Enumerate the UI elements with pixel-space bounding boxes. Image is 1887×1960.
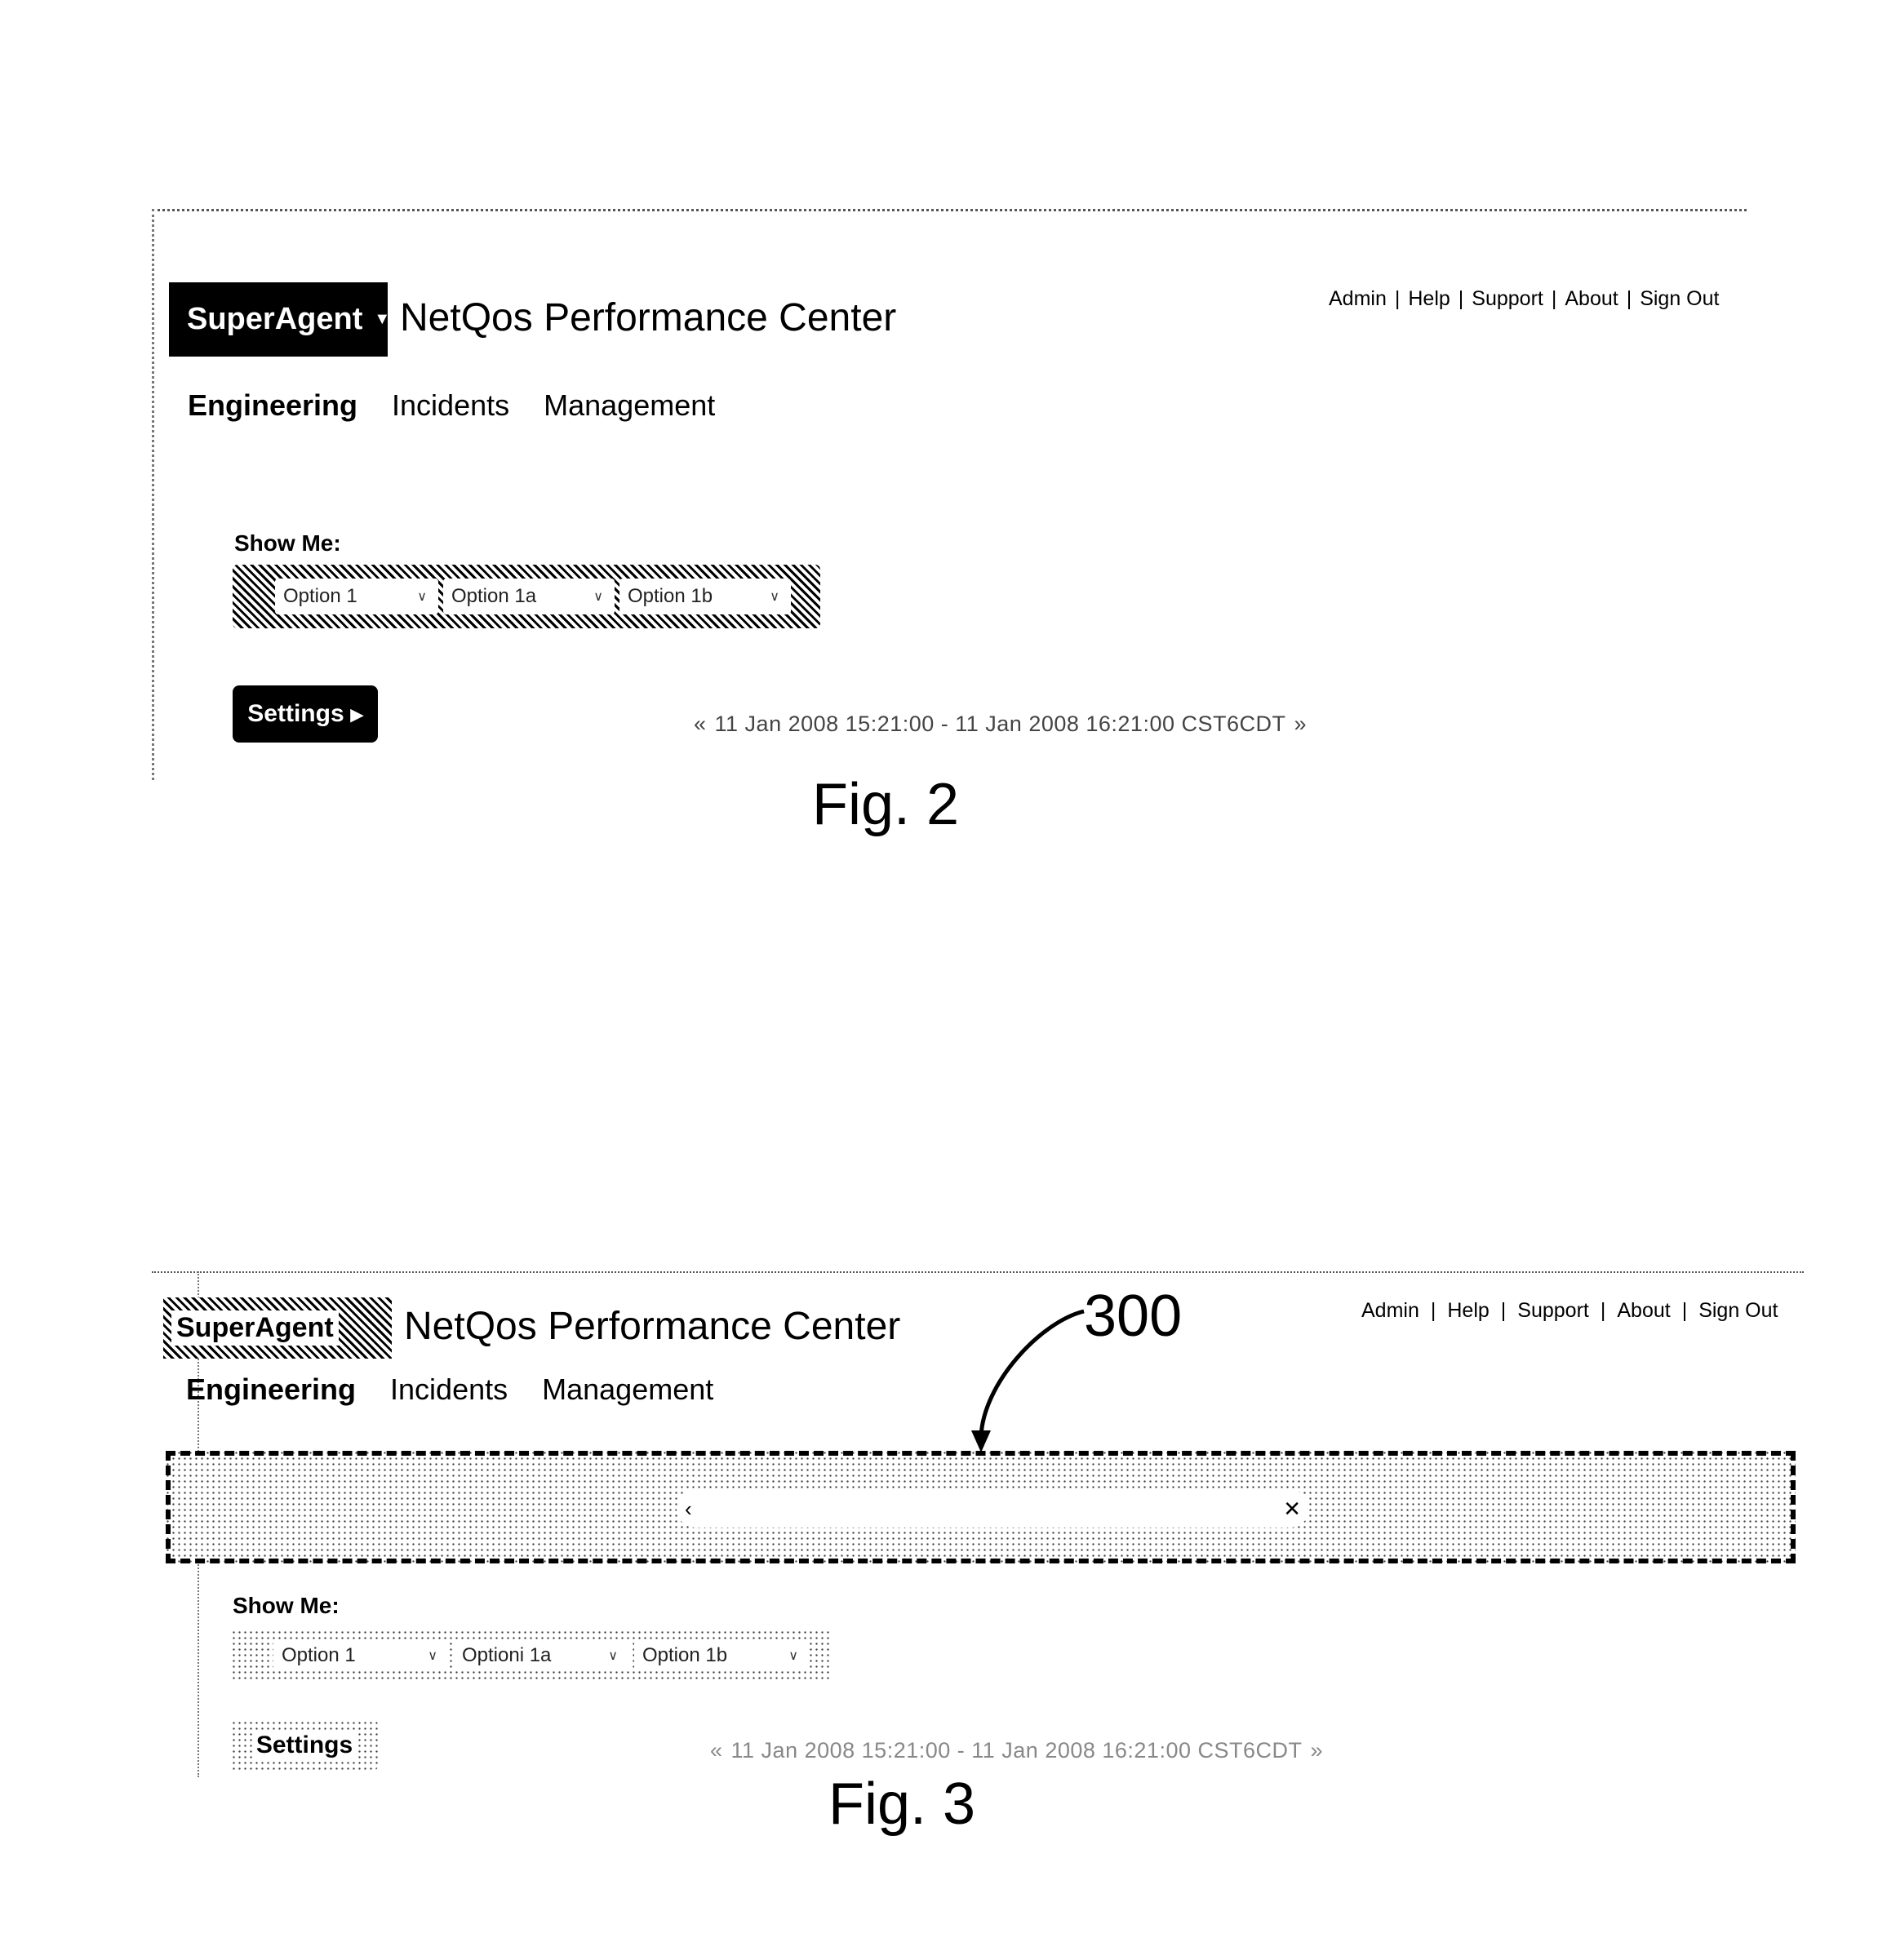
- select-option-1a[interactable]: Optioni 1a ∨: [454, 1639, 629, 1671]
- link-separator: |: [1430, 1299, 1436, 1322]
- link-separator: |: [1500, 1299, 1507, 1322]
- select-value: Option 1b: [642, 1643, 728, 1666]
- settings-label: Settings: [252, 1730, 357, 1761]
- select-option-1a[interactable]: Option 1a ∨: [443, 579, 615, 614]
- time-range-text: 11 Jan 2008 15:21:00 - 11 Jan 2008 16:21…: [730, 1738, 1303, 1763]
- select-option-1b[interactable]: Option 1b ∨: [619, 579, 791, 614]
- support-link[interactable]: Support: [1472, 287, 1543, 311]
- search-bar[interactable]: ‹ ✕: [677, 1490, 1309, 1528]
- select-option-1[interactable]: Option 1 ∨: [273, 1639, 449, 1671]
- next-range-icon[interactable]: »: [1294, 712, 1308, 737]
- chevron-down-icon: ∨: [593, 590, 603, 604]
- admin-link[interactable]: Admin: [1329, 287, 1387, 311]
- select-option-1b[interactable]: Option 1b ∨: [634, 1639, 810, 1671]
- time-range: « 11 Jan 2008 15:21:00 - 11 Jan 2008 16:…: [694, 712, 1307, 737]
- select-value: Option 1: [282, 1643, 356, 1666]
- time-range: « 11 Jan 2008 15:21:00 - 11 Jan 2008 16:…: [710, 1738, 1323, 1763]
- sign-out-link[interactable]: Sign Out: [1640, 287, 1719, 311]
- support-link[interactable]: Support: [1517, 1299, 1589, 1323]
- search-back-icon[interactable]: ‹: [685, 1497, 692, 1522]
- link-separator: |: [1600, 1299, 1606, 1322]
- tab-incidents[interactable]: Incidents: [390, 1372, 508, 1407]
- main-nav: Engineering Incidents Management: [188, 388, 715, 423]
- frame-left-border: [152, 209, 154, 780]
- arrow-right-icon: ▸: [350, 700, 363, 728]
- settings-button[interactable]: Settings: [231, 1720, 378, 1771]
- select-value: Option 1a: [451, 585, 537, 607]
- about-link[interactable]: About: [1565, 287, 1618, 311]
- app-title: NetQos Performance Center: [404, 1305, 901, 1348]
- search-region-300: ‹ ✕: [166, 1451, 1796, 1563]
- sign-out-link[interactable]: Sign Out: [1698, 1299, 1778, 1323]
- time-range-text: 11 Jan 2008 15:21:00 - 11 Jan 2008 16:21…: [714, 712, 1286, 736]
- brand-menu-button[interactable]: SuperAgent ▼: [169, 282, 391, 357]
- chevron-down-icon: ∨: [770, 590, 779, 604]
- link-separator: |: [1681, 1299, 1688, 1322]
- top-links: Admin | Help | Support | About | Sign Ou…: [1361, 1299, 1778, 1323]
- tab-management[interactable]: Management: [544, 388, 715, 423]
- help-link[interactable]: Help: [1447, 1299, 1489, 1323]
- app-title: NetQos Performance Center: [400, 296, 897, 339]
- tab-engineering[interactable]: Engineering: [188, 388, 357, 423]
- figure-label: Fig. 2: [812, 772, 960, 837]
- select-value: Optioni 1a: [462, 1643, 552, 1666]
- link-separator: |: [1394, 287, 1401, 310]
- show-me-label: Show Me:: [234, 530, 341, 556]
- help-link[interactable]: Help: [1408, 287, 1450, 311]
- brand-name: SuperAgent: [187, 302, 363, 336]
- about-link[interactable]: About: [1617, 1299, 1670, 1323]
- tab-management[interactable]: Management: [542, 1372, 713, 1407]
- main-nav: Engineering Incidents Management: [186, 1372, 713, 1407]
- settings-button[interactable]: Settings ▸: [233, 685, 378, 743]
- drag-handle[interactable]: [242, 579, 270, 614]
- link-separator: |: [1626, 287, 1632, 310]
- prev-range-icon[interactable]: «: [694, 712, 707, 737]
- brand-menu-button[interactable]: SuperAgent: [163, 1297, 392, 1359]
- show-me-select-group: Option 1 ∨ Optioni 1a ∨ Option 1b ∨: [231, 1630, 832, 1681]
- chevron-down-icon: ∨: [788, 1648, 798, 1663]
- select-value: Option 1: [283, 585, 357, 607]
- link-separator: |: [1458, 287, 1464, 310]
- caret-down-icon: ▼: [374, 310, 391, 328]
- show-me-select-group: Option 1 ∨ Option 1a ∨ Option 1b ∨: [233, 565, 820, 628]
- clear-icon[interactable]: ✕: [1283, 1497, 1301, 1522]
- tab-incidents[interactable]: Incidents: [392, 388, 509, 423]
- settings-label: Settings: [247, 700, 344, 727]
- callout-arrow-icon: [971, 1309, 1085, 1452]
- brand-name: SuperAgent: [171, 1310, 339, 1346]
- next-range-icon[interactable]: »: [1311, 1738, 1324, 1763]
- frame-top-border: [152, 1271, 1804, 1273]
- chevron-down-icon: ∨: [608, 1648, 618, 1663]
- figure-label: Fig. 3: [828, 1772, 976, 1837]
- chevron-down-icon: ∨: [428, 1648, 437, 1663]
- select-value: Option 1b: [628, 585, 713, 607]
- link-separator: |: [1551, 287, 1557, 310]
- tab-engineering[interactable]: Engineering: [186, 1372, 356, 1407]
- drag-handle[interactable]: [241, 1641, 269, 1670]
- frame-top-border: [152, 209, 1747, 211]
- select-option-1[interactable]: Option 1 ∨: [275, 579, 438, 614]
- callout-number: 300: [1084, 1284, 1183, 1349]
- admin-link[interactable]: Admin: [1361, 1299, 1419, 1323]
- show-me-label: Show Me:: [233, 1593, 340, 1618]
- prev-range-icon[interactable]: «: [710, 1738, 723, 1763]
- top-links: Admin | Help | Support | About | Sign Ou…: [1329, 287, 1719, 311]
- chevron-down-icon: ∨: [417, 590, 427, 604]
